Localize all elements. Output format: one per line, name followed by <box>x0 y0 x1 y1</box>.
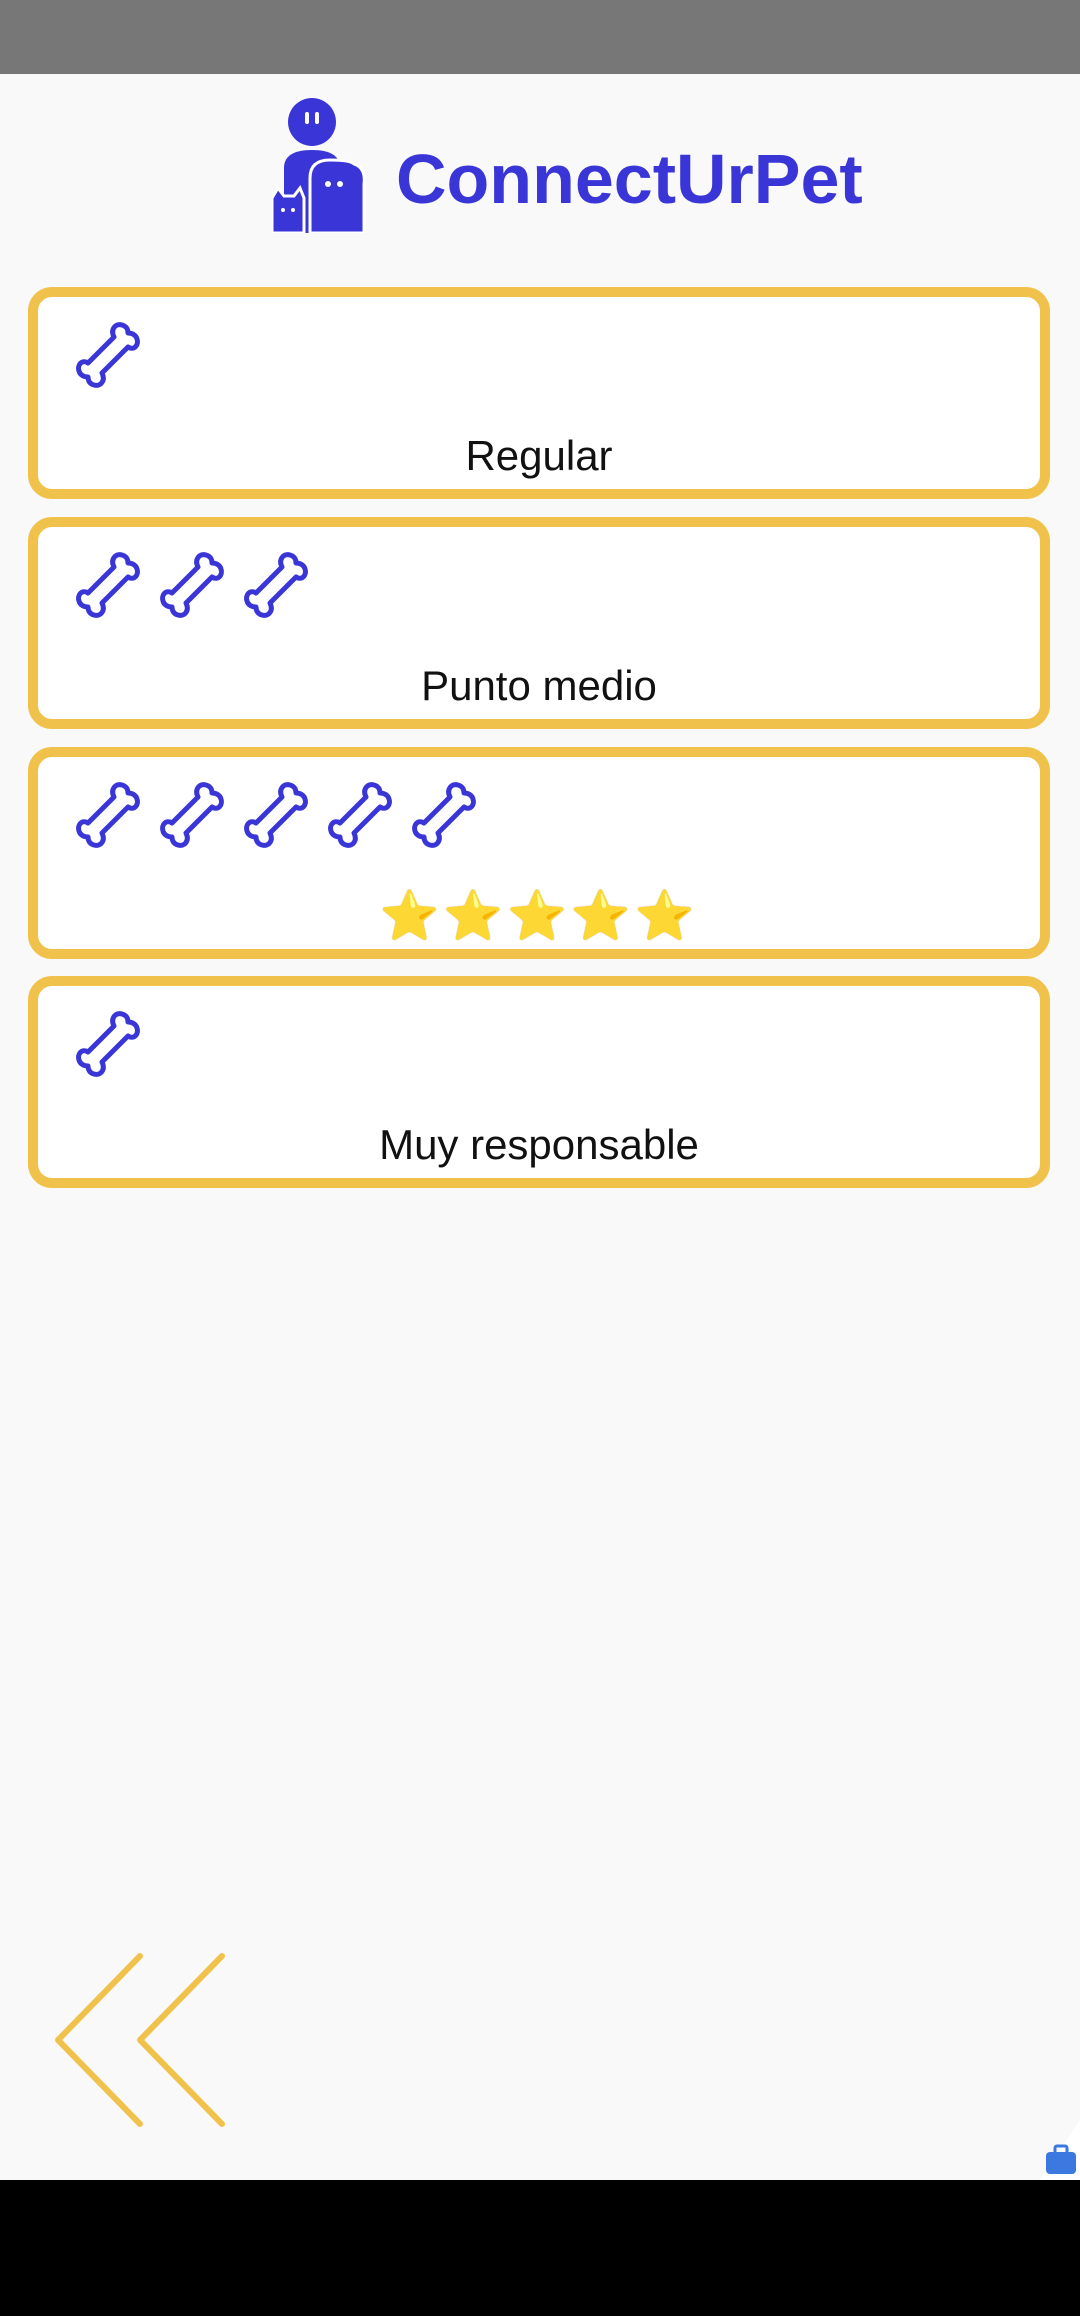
rating-card[interactable]: Muy responsable <box>28 976 1050 1188</box>
bone-rating <box>70 1008 146 1084</box>
bone-icon <box>238 779 314 855</box>
rating-label: Muy responsable <box>379 1121 699 1168</box>
bone-icon <box>70 549 146 625</box>
app-header: ConnectUrPet <box>0 74 1080 274</box>
bone-icon <box>238 549 314 625</box>
bone-icon <box>322 779 398 855</box>
bone-icon <box>70 1008 146 1084</box>
bone-rating <box>70 319 146 395</box>
bone-icon <box>154 779 230 855</box>
rating-card[interactable]: Punto medio <box>28 517 1050 729</box>
bone-icon <box>70 779 146 855</box>
rating-label: Punto medio <box>421 662 657 709</box>
bone-rating <box>70 779 482 855</box>
bone-icon <box>406 779 482 855</box>
rating-label: Regular <box>465 432 613 479</box>
system-navigation-bar <box>0 2180 1080 2316</box>
status-bar <box>0 0 1080 74</box>
briefcase-icon <box>1040 2120 1080 2180</box>
star-rating-label: ⭐⭐⭐⭐⭐ <box>379 890 699 943</box>
bone-icon <box>154 549 230 625</box>
rating-card[interactable]: Regular <box>28 287 1050 499</box>
rating-card[interactable]: ⭐⭐⭐⭐⭐ <box>28 747 1050 959</box>
person-with-pets-icon <box>272 98 366 233</box>
bone-icon <box>70 319 146 395</box>
bone-rating <box>70 549 314 625</box>
double-chevron-left-icon[interactable] <box>50 1950 240 2130</box>
app-title: ConnectUrPet <box>396 140 863 218</box>
